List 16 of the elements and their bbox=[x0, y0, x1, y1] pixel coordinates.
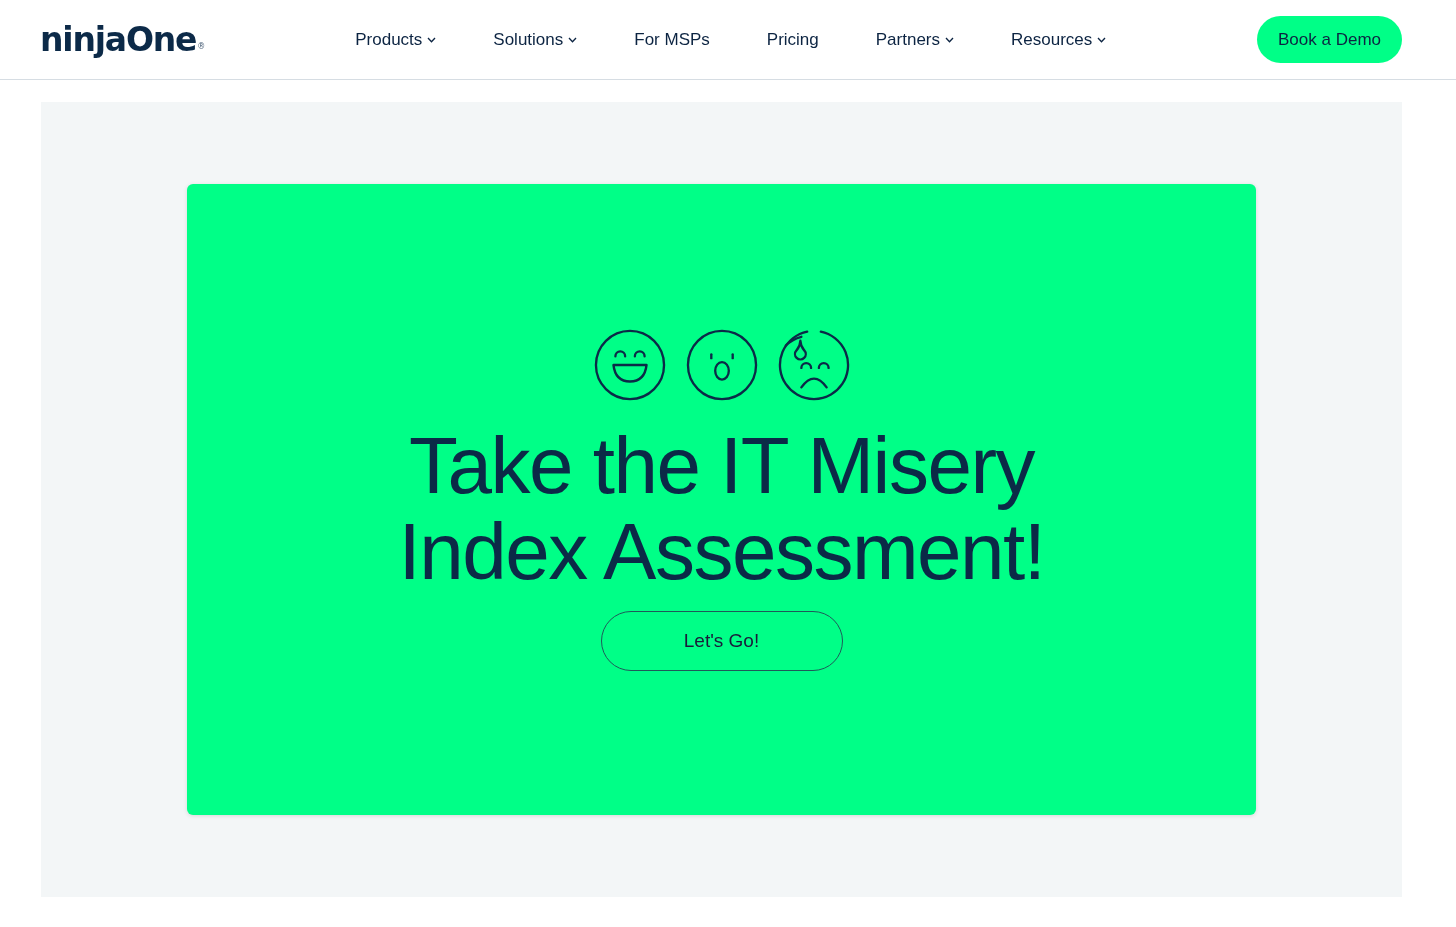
chevron-down-icon bbox=[427, 36, 437, 43]
nav-link[interactable]: Resources bbox=[1011, 29, 1107, 50]
nav-link[interactable]: For MSPs bbox=[634, 29, 710, 50]
promo-heading: Take the IT Misery Index Assessment! bbox=[398, 423, 1045, 595]
surprised-face-icon bbox=[685, 329, 758, 401]
chevron-down-icon bbox=[568, 36, 578, 43]
book-demo-button[interactable]: Book a Demo bbox=[1257, 16, 1402, 63]
laughing-face-icon bbox=[593, 329, 666, 401]
nav-link[interactable]: Partners bbox=[875, 29, 955, 50]
chevron-down-icon bbox=[1097, 36, 1107, 43]
nav-link[interactable]: Products bbox=[355, 29, 437, 50]
sad-sweating-face-icon bbox=[777, 329, 850, 401]
nav-link[interactable]: Pricing bbox=[766, 29, 819, 50]
chevron-down-icon bbox=[945, 36, 955, 43]
nav-link[interactable]: Solutions bbox=[493, 29, 578, 50]
logo[interactable]: ninjaOne® bbox=[40, 20, 206, 59]
